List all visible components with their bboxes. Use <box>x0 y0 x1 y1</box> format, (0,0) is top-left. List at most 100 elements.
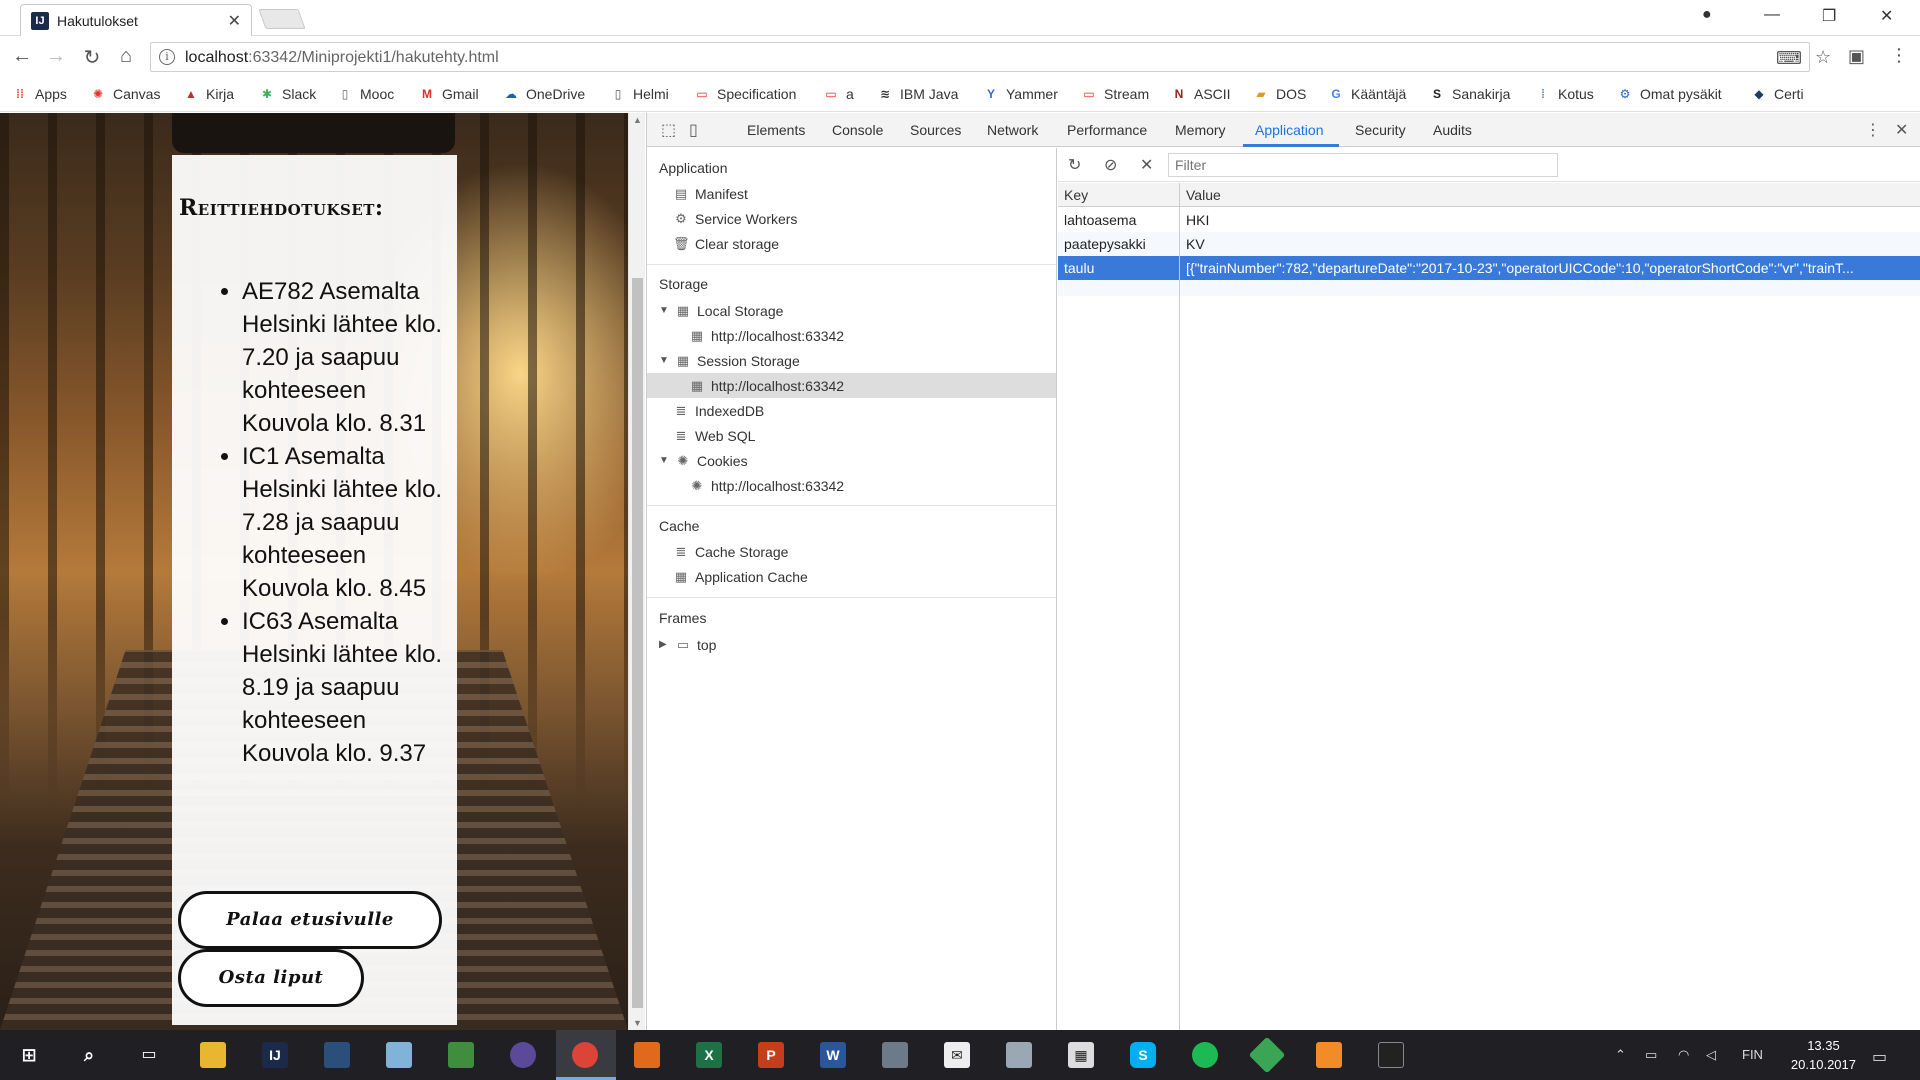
bookmark-helmi[interactable]: ▯ Helmi <box>610 86 669 102</box>
scroll-up-icon[interactable]: ▲ <box>633 115 642 125</box>
bookmark-slack[interactable]: ✱ Slack <box>259 86 316 102</box>
address-bar[interactable]: i localhost:63342/Miniprojekti1/hakuteht… <box>150 42 1831 72</box>
app-icon[interactable] <box>448 1042 474 1068</box>
table-row[interactable]: lahtoasema HKI <box>1058 208 1920 232</box>
device-toolbar-icon[interactable]: ▯ <box>689 120 698 140</box>
site-info-icon[interactable]: i <box>159 49 175 65</box>
home-icon[interactable]: ⌂ <box>114 45 138 68</box>
filter-input[interactable] <box>1168 153 1558 177</box>
inspect-element-icon[interactable]: ⬚ <box>661 120 676 140</box>
bookmark-kirja[interactable]: ▲ Kirja <box>183 86 234 102</box>
excel-icon[interactable]: X <box>696 1042 722 1068</box>
file-explorer-icon[interactable] <box>200 1042 226 1068</box>
wifi-icon[interactable]: ◠ <box>1678 1047 1689 1063</box>
bookmark-omat-pysäkit[interactable]: ⚙ Omat pysäkit <box>1617 86 1722 102</box>
tab-console[interactable]: Console <box>832 122 883 138</box>
bookmark-a[interactable]: ▭ a <box>823 86 853 102</box>
bookmark-ibm-java[interactable]: ≋ IBM Java <box>877 86 958 102</box>
refresh-icon[interactable]: ↻ <box>1068 155 1081 175</box>
delete-selected-icon[interactable]: ✕ <box>1140 155 1153 175</box>
bookmark-canvas[interactable]: ✺ Canvas <box>90 86 161 102</box>
bookmark-sanakirja[interactable]: S Sanakirja <box>1429 86 1510 102</box>
column-divider[interactable] <box>1179 183 1180 1030</box>
intellij-icon[interactable]: IJ <box>262 1042 288 1068</box>
mail-icon[interactable]: ✉ <box>944 1042 970 1068</box>
action-center-icon[interactable]: ▭ <box>1872 1047 1887 1067</box>
forward-arrow-icon[interactable]: → <box>44 45 68 68</box>
volume-icon[interactable]: ◁ <box>1706 1047 1716 1063</box>
translate-icon[interactable]: ⌨ <box>1776 48 1802 69</box>
sidebar-item-cookies[interactable]: ▼ ✺ Cookies <box>659 448 748 473</box>
devtools-close-icon[interactable]: ✕ <box>1895 120 1908 140</box>
bookmark-mooc[interactable]: ▯ Mooc <box>337 86 395 102</box>
tab-network[interactable]: Network <box>987 122 1038 138</box>
app-icon[interactable] <box>324 1042 350 1068</box>
scroll-down-icon[interactable]: ▼ <box>633 1018 642 1028</box>
value-column-header[interactable]: Value <box>1186 187 1221 203</box>
address-url[interactable]: localhost:63342/Miniprojekti1/hakutehty.… <box>185 49 499 67</box>
app-icon[interactable] <box>386 1042 412 1068</box>
chrome-menu-icon[interactable]: ⋮ <box>1890 45 1908 66</box>
sidebar-item-cache-storage[interactable]: ≣ Cache Storage <box>673 539 789 564</box>
collapsed-triangle-icon[interactable]: ▶ <box>659 639 671 650</box>
browser-tab[interactable]: IJ Hakutulokset ✕ <box>20 4 252 36</box>
bookmark-yammer[interactable]: Y Yammer <box>983 86 1058 102</box>
word-icon[interactable]: W <box>820 1042 846 1068</box>
buy-tickets-button[interactable]: Osta liput <box>178 949 364 1007</box>
tray-chevron-icon[interactable]: ⌃ <box>1615 1047 1626 1063</box>
app-icon[interactable] <box>1006 1042 1032 1068</box>
chrome-icon[interactable] <box>572 1042 598 1068</box>
bookmark-star-icon[interactable]: ☆ <box>1815 47 1831 68</box>
bookmark-kotus[interactable]: ⁞ Kotus <box>1535 86 1594 102</box>
back-to-home-button[interactable]: Palaa etusivulle <box>178 891 442 949</box>
app-icon[interactable] <box>1248 1036 1286 1074</box>
powerpoint-icon[interactable]: P <box>758 1042 784 1068</box>
eclipse-icon[interactable] <box>510 1042 536 1068</box>
minimize-icon[interactable]: — <box>1764 6 1780 24</box>
window-close-icon[interactable]: ✕ <box>1880 6 1893 26</box>
bookmark-specification[interactable]: ▭ Specification <box>694 86 796 102</box>
bookmark-dos[interactable]: ▰ DOS <box>1253 86 1306 102</box>
expanded-triangle-icon[interactable]: ▼ <box>659 305 671 316</box>
back-arrow-icon[interactable]: ← <box>10 45 34 68</box>
tab-audits[interactable]: Audits <box>1433 122 1472 138</box>
app-icon[interactable] <box>882 1042 908 1068</box>
app-icon[interactable] <box>1316 1042 1342 1068</box>
sidebar-item-websql[interactable]: ≣ Web SQL <box>673 423 756 448</box>
key-column-header[interactable]: Key <box>1064 187 1088 203</box>
sidebar-item-indexeddb[interactable]: ≣ IndexedDB <box>673 398 765 423</box>
calculator-icon[interactable]: ▦ <box>1068 1042 1094 1068</box>
sidebar-item-manifest[interactable]: ▤ Manifest <box>673 181 748 206</box>
tab-sources[interactable]: Sources <box>910 122 961 138</box>
tab-security[interactable]: Security <box>1355 122 1406 138</box>
tab-elements[interactable]: Elements <box>747 122 805 138</box>
task-view-icon[interactable]: ▭ <box>136 1042 162 1068</box>
app-icon[interactable] <box>634 1042 660 1068</box>
clock[interactable]: 13.35 20.10.2017 <box>1791 1036 1856 1074</box>
bookmark-ascii[interactable]: N ASCII <box>1171 86 1231 102</box>
skype-icon[interactable]: S <box>1130 1042 1156 1068</box>
tab-close-icon[interactable]: ✕ <box>228 11 241 31</box>
bookmark-gmail[interactable]: M Gmail <box>419 86 479 102</box>
new-tab-button[interactable] <box>258 9 306 29</box>
tab-performance[interactable]: Performance <box>1067 122 1147 138</box>
scrollbar-thumb[interactable] <box>632 278 643 1008</box>
sidebar-item-local-storage-origin[interactable]: ▦ http://localhost:63342 <box>689 323 844 348</box>
language-indicator[interactable]: FIN <box>1742 1047 1763 1062</box>
sidebar-item-local-storage[interactable]: ▼ ▦ Local Storage <box>659 298 783 323</box>
expanded-triangle-icon[interactable]: ▼ <box>659 355 671 366</box>
bookmark-apps[interactable]: ⁞⁞ Apps <box>12 86 67 102</box>
table-row[interactable]: paatepysakki KV <box>1058 232 1920 256</box>
page-scrollbar[interactable]: ▲ ▼ <box>628 113 645 1030</box>
bookmark-certi[interactable]: ◆ Certi <box>1751 86 1803 102</box>
clear-all-icon[interactable]: ⊘ <box>1104 155 1117 175</box>
sidebar-item-cookies-origin[interactable]: ✺ http://localhost:63342 <box>689 473 845 498</box>
table-row-selected[interactable]: taulu [{"trainNumber":782,"departureDate… <box>1058 256 1920 280</box>
tab-memory[interactable]: Memory <box>1175 122 1226 138</box>
devtools-menu-icon[interactable]: ⋮ <box>1865 120 1881 140</box>
profile-icon[interactable]: ● <box>1702 6 1712 24</box>
sidebar-item-session-storage[interactable]: ▼ ▦ Session Storage <box>659 348 800 373</box>
tab-application[interactable]: Application <box>1255 122 1324 138</box>
spotify-icon[interactable] <box>1192 1042 1218 1068</box>
battery-icon[interactable]: ▭ <box>1645 1047 1657 1063</box>
